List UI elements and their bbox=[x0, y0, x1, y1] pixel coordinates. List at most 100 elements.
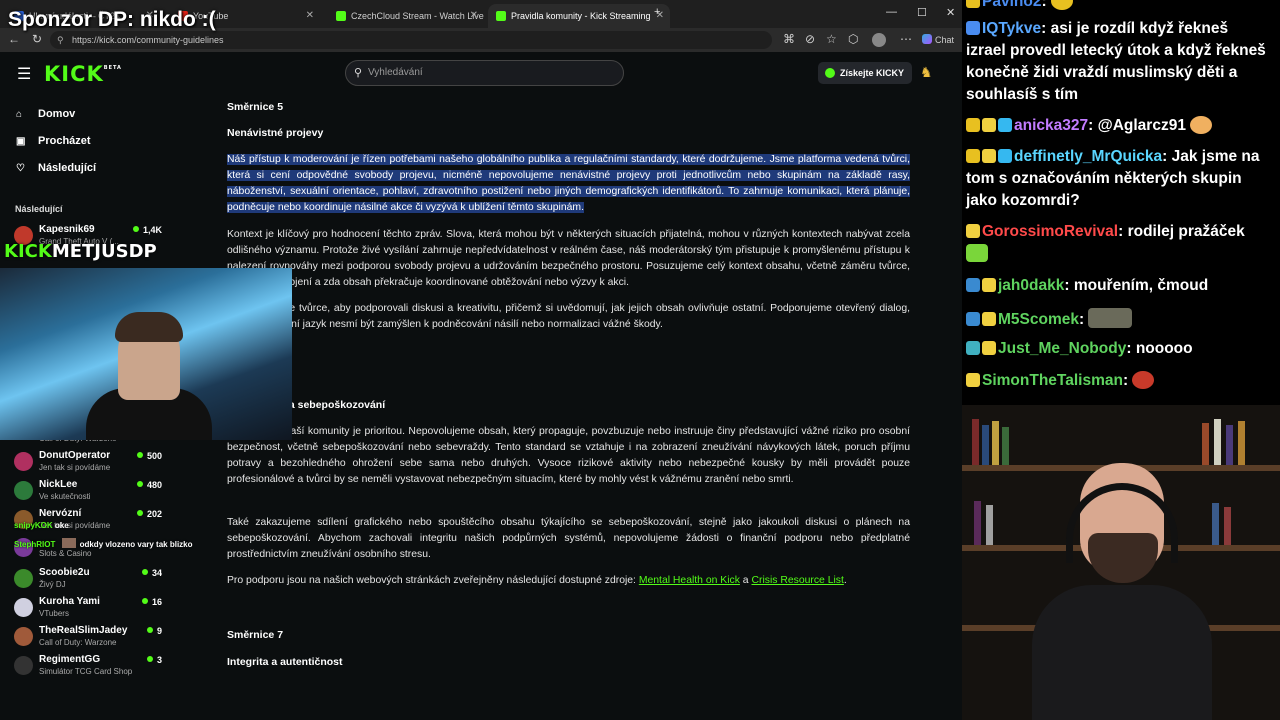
channel-item[interactable]: TheRealSlimJadey Call of Duty: Warzone 9 bbox=[14, 623, 204, 651]
emote-icon bbox=[61, 538, 76, 548]
more-icon[interactable]: ⋯ bbox=[900, 32, 912, 46]
chat-username: GorossimoRevival bbox=[982, 223, 1119, 240]
new-tab-button[interactable]: + bbox=[654, 6, 660, 18]
avatar bbox=[14, 598, 33, 617]
browse-icon: ▣ bbox=[16, 136, 26, 147]
emote-icon bbox=[966, 244, 988, 262]
url-input[interactable]: ⚲ https://kick.com/community-guidelines bbox=[50, 31, 772, 49]
refresh-icon[interactable]: ↻ bbox=[32, 32, 42, 46]
chat-text: nooooo bbox=[1135, 340, 1193, 357]
maximize-icon[interactable]: ☐ bbox=[917, 6, 927, 19]
channel-game: Ve skutečnosti bbox=[39, 492, 91, 501]
tab-label: Pravidla komunity - Kick Streaming bbox=[511, 11, 651, 21]
translate-icon[interactable]: ⌘ bbox=[783, 32, 795, 46]
channel-item[interactable]: RegimentGG Simulátor TCG Card Shop 3 bbox=[14, 652, 204, 680]
profile-avatar[interactable] bbox=[872, 33, 886, 47]
user-avatar[interactable]: ♞ bbox=[920, 64, 933, 81]
book bbox=[1226, 425, 1233, 465]
support-end: . bbox=[843, 575, 847, 586]
close-icon[interactable]: ✕ bbox=[306, 10, 314, 21]
paragraph-hate: Náš přístup k moderování je řízen potřeb… bbox=[227, 152, 910, 216]
badge-icon bbox=[966, 21, 980, 35]
badge-icon bbox=[966, 0, 980, 8]
overlay-chat-user: snipyKOK bbox=[14, 521, 53, 530]
badge-icon bbox=[966, 312, 980, 326]
support-text: Pro podporu jsou na našich webových strá… bbox=[227, 575, 639, 586]
badge-icon bbox=[982, 341, 996, 355]
support-and: a bbox=[739, 575, 752, 586]
chat-text: rodilej pražáček bbox=[1127, 223, 1245, 240]
chat-username: deffinetly_MrQuicka bbox=[1014, 148, 1163, 165]
sub-badge-icon bbox=[998, 118, 1012, 132]
chat-username: M5Scomek bbox=[998, 311, 1079, 328]
overlay-chat-text: oke bbox=[54, 521, 69, 530]
channel-name: TheRealSlimJadey bbox=[39, 625, 128, 636]
home-icon: ⌂ bbox=[16, 109, 23, 120]
mental-health-link[interactable]: Mental Health on Kick bbox=[639, 575, 740, 586]
menu-icon[interactable]: ☰ bbox=[17, 64, 31, 84]
tab-label: CzechCloud Stream - Watch Live o bbox=[351, 11, 484, 21]
tab-pravidla[interactable]: Pravidla komunity - Kick Streaming ✕ bbox=[488, 4, 670, 28]
book bbox=[986, 505, 993, 545]
close-icon[interactable]: ✕ bbox=[470, 10, 478, 21]
badge-icon bbox=[966, 341, 980, 355]
channel-item[interactable]: Kuroha Yami VTubers 16 bbox=[14, 594, 204, 622]
channel-item[interactable]: DonutOperator Jen tak si povídáme 500 bbox=[14, 448, 204, 476]
get-kicky-button[interactable]: Získejte KICKY bbox=[818, 62, 912, 84]
streamer-watermark: KICKMETJUSDP bbox=[4, 241, 157, 262]
overlay-chat-line: snipyKOK oke bbox=[14, 521, 69, 530]
channel-name: Nervózní bbox=[39, 508, 82, 519]
close-window-icon[interactable]: ✕ bbox=[946, 6, 955, 19]
section-heading: Integrita a autentičnost bbox=[227, 656, 343, 668]
channel-name: Scoobie2u bbox=[39, 567, 90, 578]
logo-text: KICK bbox=[44, 62, 104, 86]
site-info-icon[interactable]: ⚲ bbox=[57, 31, 64, 49]
minimize-icon[interactable]: — bbox=[886, 6, 897, 18]
viewer-count: 16 bbox=[142, 597, 162, 607]
nav-following[interactable]: ♡ Následující bbox=[16, 162, 96, 174]
chat-message: SimonTheTalisman: bbox=[966, 370, 1270, 392]
paragraph-context: Kontext je klíčový pro hodnocení těchto … bbox=[227, 229, 910, 288]
nav-label: Následující bbox=[38, 162, 97, 174]
crisis-resource-link[interactable]: Crisis Resource List bbox=[751, 575, 843, 586]
chat-message: IQTykve: asi je rozdíl když řekneš izrae… bbox=[966, 20, 1266, 103]
kick-icon bbox=[496, 11, 506, 21]
badge-icon bbox=[982, 149, 996, 163]
copilot-icon bbox=[922, 34, 932, 44]
guidelines-content: Směrnice 5 Nenávistné projevy Náš přístu… bbox=[212, 96, 962, 690]
streamer-webcam bbox=[0, 268, 292, 440]
badge-icon bbox=[966, 373, 980, 387]
emote-icon bbox=[1132, 371, 1155, 389]
book bbox=[982, 425, 989, 465]
channel-game: Slots & Casino bbox=[39, 549, 92, 558]
channel-name: Kapesnik69 bbox=[39, 224, 95, 235]
emote-icon bbox=[1050, 0, 1073, 10]
chat-message: Just_Me_Nobody: nooooo bbox=[966, 338, 1270, 360]
search-input[interactable]: ⚲ Vyhledávání bbox=[345, 60, 624, 86]
reader-icon[interactable]: ⊘ bbox=[805, 32, 815, 46]
extensions-icon[interactable]: ⬡ bbox=[848, 32, 858, 46]
chat-username: Pavino2 bbox=[982, 0, 1042, 10]
selected-text: Náš přístup k moderování je řízen potřeb… bbox=[227, 154, 910, 213]
url-text: https://kick.com/community-guidelines bbox=[72, 35, 224, 45]
get-kicky-label: Získejte KICKY bbox=[840, 68, 905, 78]
badge-icon bbox=[966, 224, 980, 238]
nav-home[interactable]: ⌂ Domov bbox=[16, 108, 75, 120]
copilot-chat-button[interactable]: Chat bbox=[922, 34, 954, 45]
watermark-kick: KICK bbox=[4, 241, 52, 262]
nav-browse[interactable]: ▣ Procházet bbox=[16, 135, 91, 147]
favorite-icon[interactable]: ☆ bbox=[826, 32, 837, 46]
back-icon[interactable]: ← bbox=[8, 32, 20, 46]
book bbox=[972, 419, 979, 465]
kick-logo[interactable]: KICKBETA bbox=[44, 62, 122, 86]
book bbox=[1002, 427, 1009, 465]
viewer-count: 34 bbox=[142, 568, 162, 578]
paragraph-support: Pro podporu jsou na našich webových strá… bbox=[227, 573, 910, 589]
channel-item[interactable]: Scoobie2u Živý DJ 34 bbox=[14, 565, 204, 593]
channel-game: Call of Duty: Warzone bbox=[39, 638, 117, 647]
viewer-count: 500 bbox=[137, 451, 162, 461]
tab-czechcloud[interactable]: CzechCloud Stream - Watch Live o ✕ bbox=[328, 4, 484, 28]
channel-game: Jen tak si povídáme bbox=[39, 463, 111, 472]
channel-item[interactable]: NickLee Ve skutečnosti 480 bbox=[14, 477, 204, 505]
search-icon: ⚲ bbox=[354, 67, 363, 79]
